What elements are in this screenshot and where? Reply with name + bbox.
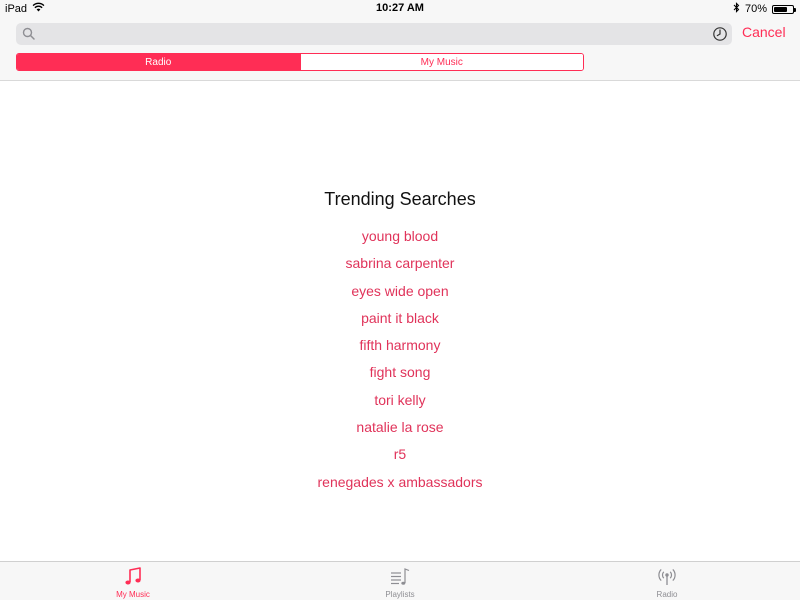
trending-searches-list: young blood sabrina carpenter eyes wide … [0, 227, 800, 500]
trending-search-item[interactable]: sabrina carpenter [0, 254, 800, 281]
search-field[interactable] [16, 23, 732, 45]
music-note-icon [122, 566, 144, 588]
battery-icon [772, 4, 796, 14]
tab-label: My Music [116, 590, 150, 599]
tab-playlists[interactable]: Playlists [340, 562, 460, 601]
trending-search-item[interactable]: r5 [0, 445, 800, 472]
tab-my-music[interactable]: My Music [73, 562, 193, 601]
status-time: 10:27 AM [376, 2, 424, 14]
trending-search-item[interactable]: fight song [0, 363, 800, 390]
tab-label: Playlists [385, 590, 415, 599]
trending-search-item[interactable]: tori kelly [0, 391, 800, 418]
search-scope-segmented-control: Radio My Music [16, 53, 584, 71]
segment-radio[interactable]: Radio [17, 54, 300, 70]
battery-cap [794, 7, 796, 12]
trending-search-item[interactable]: eyes wide open [0, 282, 800, 309]
battery-percent: 70% [744, 3, 767, 15]
radio-broadcast-icon [656, 566, 678, 588]
cancel-button[interactable]: Cancel [742, 24, 786, 40]
trending-search-item[interactable]: fifth harmony [0, 336, 800, 363]
trending-search-item[interactable]: natalie la rose [0, 418, 800, 445]
status-right: 70% [733, 2, 796, 16]
trending-search-item[interactable]: paint it black [0, 309, 800, 336]
history-clock-icon[interactable] [712, 26, 728, 42]
trending-searches-title: Trending Searches [324, 189, 476, 209]
search-input[interactable] [40, 23, 700, 45]
trending-search-item[interactable]: renegades x ambassadors [0, 473, 800, 500]
playlist-icon [389, 566, 411, 588]
search-header: Cancel Radio My Music [0, 16, 800, 81]
tab-label: Radio [656, 590, 678, 599]
segment-my-music[interactable]: My Music [299, 54, 583, 70]
battery-level [774, 6, 787, 12]
search-icon [22, 27, 36, 41]
main-content: Trending Searches young blood sabrina ca… [0, 81, 800, 561]
bluetooth-icon [733, 2, 740, 16]
tab-radio[interactable]: Radio [607, 562, 727, 601]
tab-bar: My Music Playlists Radio [0, 561, 800, 600]
status-bar: iPad 10:27 AM 70% [0, 0, 800, 16]
trending-search-item[interactable]: young blood [0, 227, 800, 254]
